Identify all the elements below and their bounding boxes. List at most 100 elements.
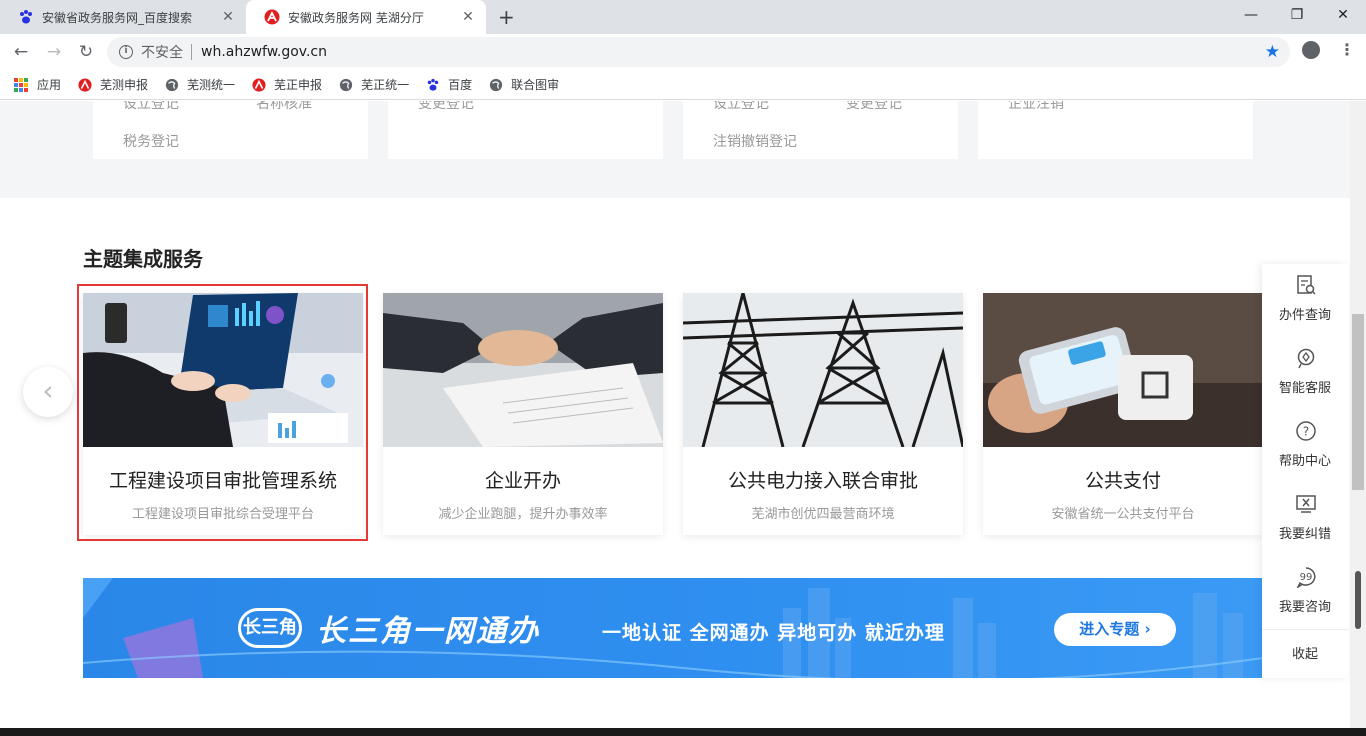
service-card: 设立登记 名称核准 税务登记 bbox=[93, 101, 368, 159]
theme-card[interactable]: 公共支付 安徽省统一公共支付平台 bbox=[983, 293, 1263, 535]
theme-card[interactable]: 企业开办 减少企业跑腿，提升办事效率 bbox=[383, 293, 663, 535]
divider bbox=[191, 44, 192, 60]
baidu-paw-icon bbox=[20, 10, 32, 24]
scrollbar-thumb[interactable] bbox=[1352, 314, 1364, 490]
sidebar-item-query[interactable]: 办件查询 bbox=[1262, 264, 1348, 336]
browser-toolbar: ← → ↻ i 不安全 wh.ahzwfw.gov.cn ★ bbox=[0, 34, 1366, 70]
ah-logo-icon bbox=[264, 9, 280, 25]
bookmark-label: 芜测统一 bbox=[187, 78, 236, 92]
svg-text:99: 99 bbox=[1300, 572, 1313, 583]
sidebar-item-help[interactable]: ? 帮助中心 bbox=[1262, 410, 1348, 482]
error-report-icon bbox=[1296, 495, 1316, 513]
info-icon[interactable]: i bbox=[119, 45, 133, 59]
sidebar-label: 帮助中心 bbox=[1278, 454, 1331, 469]
bookmark-item[interactable]: 联合图审 bbox=[489, 76, 559, 93]
service-link[interactable]: 变更登记 bbox=[846, 101, 902, 113]
mobile-payment-photo bbox=[983, 293, 1263, 447]
page-viewport: 设立登记 名称核准 税务登记 变更登记 设立登记 变更登记 注销撤销登记 企业注… bbox=[0, 101, 1366, 728]
minimize-button[interactable]: — bbox=[1228, 0, 1274, 30]
sidebar-item-ai-service[interactable]: 智能客服 bbox=[1262, 337, 1348, 409]
reload-icon[interactable]: ↻ bbox=[74, 40, 98, 64]
globe-icon bbox=[165, 78, 179, 91]
sidebar-item-correction[interactable]: 我要纠错 bbox=[1262, 483, 1348, 555]
bookmark-item[interactable]: 芜测申报 bbox=[78, 76, 148, 93]
enter-topic-button[interactable]: 进入专题 › bbox=[1054, 613, 1176, 646]
service-card: 设立登记 变更登记 注销撤销登记 bbox=[683, 101, 958, 159]
bookmark-label: 应用 bbox=[37, 78, 62, 92]
ah-logo-icon bbox=[78, 77, 92, 92]
floating-sidebar: 办件查询 智能客服 ? 帮助中心 我要纠错 99 我要咨询 收起 bbox=[1262, 264, 1348, 678]
sidebar-label: 我要咨询 bbox=[1278, 600, 1331, 615]
banner-title: 长三角一网通办 bbox=[316, 614, 540, 649]
service-link[interactable]: 注销撤销登记 bbox=[713, 131, 797, 151]
scrollbar-indicator bbox=[1355, 571, 1361, 629]
yangtze-delta-logo: 长三角 bbox=[238, 608, 302, 648]
service-card: 企业注销 bbox=[978, 101, 1253, 159]
robot-icon bbox=[1297, 348, 1315, 369]
new-tab-button[interactable]: + bbox=[498, 6, 515, 28]
account-icon[interactable] bbox=[1302, 41, 1320, 59]
close-tab-icon[interactable]: ✕ bbox=[220, 9, 236, 25]
security-label: 不安全 bbox=[141, 45, 183, 61]
card-subtitle: 芜湖市创优四最营商环境 bbox=[751, 507, 895, 522]
forward-icon[interactable]: → bbox=[42, 40, 66, 64]
tab-wuhu[interactable]: 安徽政务服务网 芜湖分厅 ✕ bbox=[246, 0, 486, 34]
theme-card[interactable]: 公共电力接入联合审批 芜湖市创优四最营商环境 bbox=[683, 293, 963, 535]
section-title: 主题集成服务 bbox=[83, 247, 203, 271]
service-link[interactable]: 税务登记 bbox=[123, 131, 179, 151]
restore-button[interactable]: ❐ bbox=[1274, 0, 1320, 30]
bookmark-item[interactable]: 芜测统一 bbox=[165, 76, 235, 93]
sidebar-label: 我要纠错 bbox=[1278, 527, 1331, 542]
bookmark-label: 百度 bbox=[448, 78, 473, 92]
back-icon[interactable]: ← bbox=[9, 40, 33, 64]
carousel-prev-button[interactable]: ‹ bbox=[23, 367, 73, 417]
card-title: 企业开办 bbox=[484, 470, 561, 492]
bookmark-item[interactable]: 芜正统一 bbox=[339, 76, 409, 93]
sidebar-collapse-button[interactable]: 收起 bbox=[1262, 629, 1348, 678]
service-link[interactable]: 企业注销 bbox=[1008, 101, 1064, 113]
card-subtitle: 安徽省统一公共支付平台 bbox=[1051, 507, 1195, 522]
globe-icon bbox=[489, 78, 503, 91]
bookmark-item[interactable]: 芜正申报 bbox=[252, 76, 322, 93]
bookmark-item[interactable]: 百度 bbox=[426, 76, 472, 93]
close-tab-icon[interactable]: ✕ bbox=[460, 9, 476, 25]
baidu-paw-icon bbox=[427, 78, 439, 91]
power-tower-photo bbox=[683, 293, 963, 447]
card-subtitle: 减少企业跑腿，提升办事效率 bbox=[438, 507, 608, 522]
bookmarks-bar: 应用 芜测申报 芜测统一 芜正申报 芜正统一 百度 联合图审 bbox=[0, 70, 1366, 100]
close-window-button[interactable]: ✕ bbox=[1320, 0, 1366, 30]
chat-icon: 99 bbox=[1296, 567, 1316, 588]
apps-grid-icon bbox=[14, 77, 28, 92]
menu-icon[interactable]: ⋮ bbox=[1339, 40, 1355, 59]
service-card: 变更登记 bbox=[388, 101, 663, 159]
banner-slogan: 一地认证 全网通办 异地可办 就近办理 bbox=[602, 622, 945, 644]
address-bar[interactable]: i 不安全 wh.ahzwfw.gov.cn ★ bbox=[107, 37, 1290, 67]
bookmark-label: 芜正申报 bbox=[274, 78, 323, 92]
search-doc-icon bbox=[1297, 275, 1316, 295]
bookmark-apps[interactable]: 应用 bbox=[14, 76, 61, 93]
service-link[interactable]: 名称核准 bbox=[256, 101, 312, 113]
ah-logo-icon bbox=[252, 77, 266, 92]
card-title: 公共电力接入联合审批 bbox=[727, 470, 918, 492]
os-taskbar bbox=[0, 728, 1366, 736]
help-icon: ? bbox=[1296, 421, 1316, 441]
sidebar-item-consult[interactable]: 99 我要咨询 bbox=[1262, 556, 1348, 628]
tab-title: 安徽省政务服务网_百度搜索 bbox=[42, 10, 193, 25]
tab-baidu-search[interactable]: 安徽省政务服务网_百度搜索 ✕ bbox=[0, 0, 246, 34]
bookmark-label: 芜正统一 bbox=[361, 78, 410, 92]
tab-strip: 安徽省政务服务网_百度搜索 ✕ 安徽政务服务网 芜湖分厅 ✕ + — ❐ ✕ bbox=[0, 0, 1366, 34]
bookmark-label: 联合图审 bbox=[511, 78, 560, 92]
svg-text:?: ? bbox=[1303, 425, 1309, 439]
service-link[interactable]: 设立登记 bbox=[713, 101, 769, 113]
service-link[interactable]: 设立登记 bbox=[123, 101, 179, 113]
bookmark-star-icon[interactable]: ★ bbox=[1265, 42, 1280, 62]
handshake-photo bbox=[383, 293, 663, 447]
card-title: 公共支付 bbox=[1084, 470, 1161, 492]
selection-highlight bbox=[77, 284, 368, 541]
bookmark-label: 芜测申报 bbox=[100, 78, 149, 92]
yangtze-delta-banner[interactable]: 长三角 长三角一网通办 一地认证 全网通办 异地可办 就近办理 进入专题 › bbox=[83, 578, 1263, 678]
sidebar-label: 智能客服 bbox=[1278, 381, 1331, 396]
service-link[interactable]: 变更登记 bbox=[418, 101, 474, 113]
page-scrollbar[interactable] bbox=[1350, 101, 1366, 728]
url-text[interactable]: wh.ahzwfw.gov.cn bbox=[201, 44, 327, 60]
